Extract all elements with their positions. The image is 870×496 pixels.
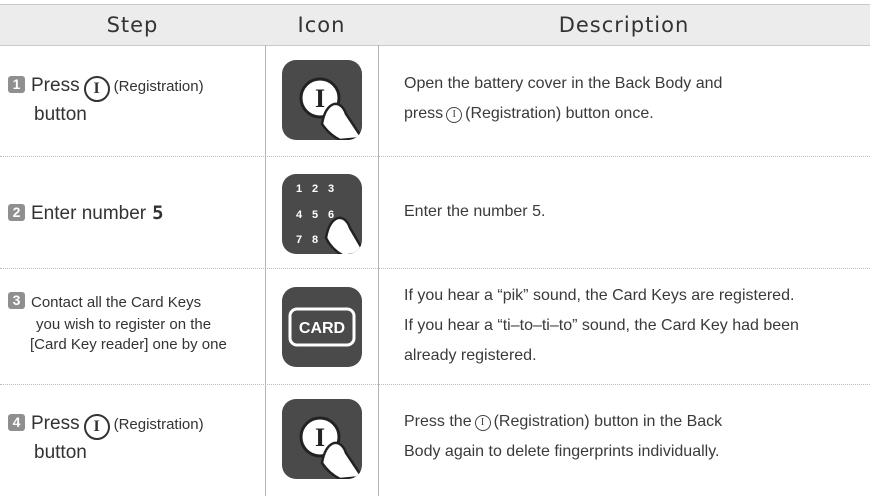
card-icon: CARD (282, 287, 362, 367)
header-step: Step (106, 13, 159, 37)
step-cell: 3 Contact all the Card Keys you wish to r… (8, 291, 227, 353)
step-cell: 2 Enter number 5 (8, 202, 164, 225)
table-row: 1 Press I (Registration) button I Open the … (0, 45, 870, 156)
description-text: Body again to delete fingerprints indivi… (404, 443, 720, 460)
step-number-badge: 2 (8, 204, 25, 221)
step-cell: 1 Press I (Registration) button (8, 75, 204, 126)
keypad-digit: 2 (312, 183, 318, 195)
registration-symbol-icon: I (83, 76, 110, 102)
step-text: Enter number (31, 203, 147, 224)
registration-button-icon: I (282, 60, 362, 140)
registration-symbol-icon: I (446, 107, 463, 123)
step-text: Contact all the Card Keys (31, 294, 202, 311)
description-cell: Enter the number 5. (404, 197, 545, 227)
step-text: you wish to register on the (36, 316, 212, 333)
step-text: button (34, 104, 87, 125)
description-text: Open the battery cover in the Back Body … (404, 75, 723, 92)
description-text: already registered. (404, 347, 537, 364)
keypad-digit: 1 (296, 183, 302, 195)
table-header: Step Icon Description (0, 4, 870, 46)
description-cell: If you hear a “pik” sound, the Card Keys… (404, 281, 799, 371)
description-text: press (404, 105, 444, 122)
step-text: Press (31, 413, 80, 434)
keypad-digit: 5 (312, 209, 318, 221)
svg-text:I: I (315, 423, 325, 452)
step-number-digit: 5 (152, 202, 164, 224)
description-text: Press the I (Registration) button in the B… (404, 407, 722, 437)
registration-button-icon: I (282, 399, 362, 479)
step-number-badge: 4 (8, 414, 25, 431)
keypad-digit: 7 (296, 234, 302, 246)
step-text: (Registration) (113, 78, 204, 95)
step-text: Press (31, 75, 80, 96)
registration-symbol-icon: I (83, 414, 110, 440)
description-text: If you hear a “ti–to–ti–to” sound, the C… (404, 317, 799, 334)
registration-symbol-icon: I (474, 415, 491, 431)
description-text: Enter the number 5. (404, 203, 546, 220)
description-text: Press the (404, 413, 472, 430)
step-text: button (34, 442, 87, 463)
instruction-table: Step Icon Description 1 Press I (Registrati… (0, 0, 870, 496)
header-description: Description (558, 13, 690, 37)
step-number-badge: 1 (8, 76, 25, 93)
description-text: (Registration) button once. (465, 105, 654, 122)
keypad-digit: 8 (312, 234, 318, 246)
description-cell: Press the I (Registration) button in the B… (404, 407, 722, 467)
keypad-digit: 6 (328, 209, 334, 221)
description-text: press I (Registration) button once. (404, 99, 722, 129)
keypad-digit: 4 (296, 209, 303, 221)
table-row: 4 Press I (Registration) button I Press the… (0, 385, 870, 496)
description-text: If you hear a “pik” sound, the Card Keys… (404, 287, 795, 304)
header-icon: Icon (297, 13, 346, 37)
card-label: CARD (299, 320, 345, 337)
table-row: 2 Enter number 5 1 2 3 4 5 6 7 8 Enter the… (0, 157, 870, 268)
step-number-badge: 3 (8, 292, 25, 309)
table-row: 3 Contact all the Card Keys you wish to r… (0, 269, 870, 384)
description-text: (Registration) button in the Back (493, 413, 723, 430)
step-cell: 4 Press I (Registration) button (8, 413, 204, 464)
svg-text:I: I (315, 84, 325, 113)
step-text: (Registration) (113, 416, 204, 433)
keypad-digit: 3 (328, 183, 334, 195)
keypad-icon: 1 2 3 4 5 6 7 8 (282, 174, 362, 254)
step-text: [Card Key reader] one by one (30, 336, 227, 353)
description-cell: Open the battery cover in the Back Body … (404, 69, 722, 129)
